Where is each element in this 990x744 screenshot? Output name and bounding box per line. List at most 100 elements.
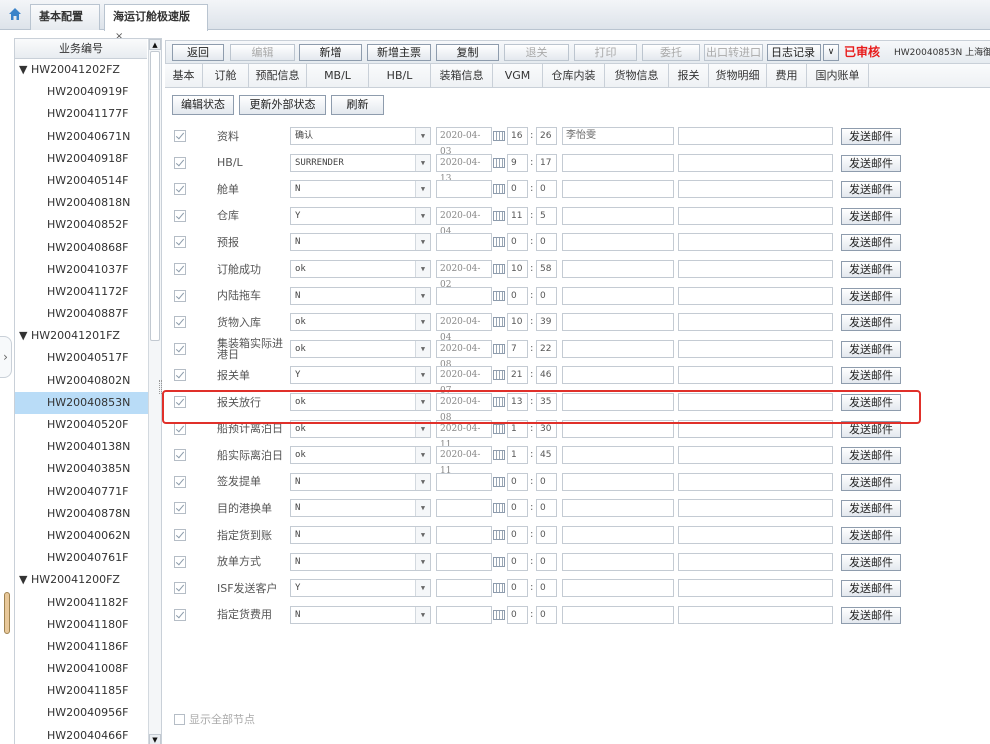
show-all-nodes[interactable]: 显示全部节点 — [174, 713, 255, 727]
hour-input[interactable]: 0 — [507, 472, 528, 491]
minute-input[interactable]: 17 — [536, 153, 557, 172]
calendar-icon[interactable] — [493, 530, 505, 540]
operator-input[interactable] — [562, 180, 674, 199]
minute-input[interactable]: 0 — [536, 579, 557, 598]
row-checkbox[interactable] — [174, 209, 186, 222]
status-select[interactable]: N ▼ — [290, 552, 431, 571]
hour-input[interactable]: 0 — [507, 233, 528, 252]
remark-input[interactable] — [678, 260, 833, 278]
minute-input[interactable]: 39 — [536, 313, 557, 332]
remark-input[interactable] — [678, 206, 833, 225]
status-select[interactable]: ok ▼ — [290, 313, 431, 332]
tree-item[interactable]: HW20041180F — [15, 614, 148, 636]
row-checkbox[interactable] — [174, 529, 186, 541]
status-select[interactable]: ok ▼ — [290, 339, 431, 358]
sub-tab-8[interactable]: 货物信息 — [605, 64, 669, 88]
tree-item[interactable]: HW20040852F — [15, 214, 148, 236]
chevron-down-icon[interactable]: ▼ — [415, 154, 430, 171]
row-checkbox[interactable] — [174, 422, 186, 435]
operator-input[interactable] — [562, 206, 674, 225]
status-select[interactable]: N ▼ — [290, 472, 431, 491]
operator-input[interactable] — [562, 526, 674, 544]
remark-input[interactable] — [678, 605, 833, 624]
date-input[interactable] — [436, 286, 492, 305]
calendar-icon[interactable] — [493, 476, 505, 487]
tree-item[interactable]: HW20041172F — [15, 281, 148, 303]
row-checkbox[interactable] — [174, 236, 186, 249]
row-checkbox[interactable] — [174, 369, 186, 382]
date-input[interactable]: 2020-04-07 — [436, 366, 492, 396]
calendar-icon[interactable] — [493, 184, 505, 195]
tree-item[interactable]: HW20040956F — [15, 702, 148, 724]
date-input[interactable] — [436, 552, 492, 571]
calendar-icon[interactable] — [493, 290, 505, 301]
remark-input[interactable] — [678, 472, 833, 491]
date-input[interactable]: 2020-04-04 — [436, 206, 492, 237]
tree-item[interactable]: HW20040385N — [15, 458, 148, 480]
send-email-button[interactable]: 发送邮件 — [841, 181, 901, 199]
status-select[interactable]: N ▼ — [290, 526, 431, 544]
row-checkbox[interactable] — [174, 342, 186, 355]
operator-input[interactable] — [562, 260, 674, 278]
send-email-button[interactable]: 发送邮件 — [841, 447, 901, 465]
scroll-thumb[interactable] — [150, 51, 160, 341]
send-email-button[interactable]: 发送邮件 — [841, 606, 901, 624]
collapse-panel-toggle[interactable]: › — [0, 336, 12, 378]
tree-item[interactable]: HW20041008F — [15, 658, 148, 680]
minute-input[interactable]: 22 — [536, 339, 557, 358]
chevron-down-icon[interactable]: ▼ — [415, 447, 430, 464]
tree-item[interactable]: HW20040919F — [15, 81, 148, 103]
date-input[interactable]: 2020-04-11 — [436, 446, 492, 476]
minute-input[interactable]: 0 — [536, 526, 557, 544]
calendar-icon[interactable] — [493, 264, 505, 274]
calendar-icon[interactable] — [493, 423, 505, 434]
remark-input[interactable] — [678, 339, 833, 358]
send-email-button[interactable]: 发送邮件 — [841, 500, 901, 518]
send-email-button[interactable]: 发送邮件 — [841, 580, 901, 598]
remark-input[interactable] — [678, 526, 833, 544]
add-button[interactable]: 新增 — [299, 44, 362, 61]
scroll-down-icon[interactable]: ▼ — [149, 734, 161, 744]
date-input[interactable] — [436, 499, 492, 518]
minute-input[interactable]: 5 — [536, 206, 557, 225]
minute-input[interactable]: 58 — [536, 260, 557, 278]
status-select[interactable]: ok ▼ — [290, 446, 431, 465]
side-handle[interactable] — [4, 592, 10, 634]
minute-input[interactable]: 45 — [536, 446, 557, 465]
sub-tab-0[interactable]: 基本 — [165, 64, 203, 88]
calendar-icon[interactable] — [493, 343, 505, 354]
hour-input[interactable]: 0 — [507, 286, 528, 305]
send-email-button[interactable]: 发送邮件 — [841, 207, 901, 225]
calendar-icon[interactable] — [493, 450, 505, 461]
date-input[interactable] — [436, 233, 492, 252]
calendar-icon[interactable] — [493, 556, 505, 567]
send-email-button[interactable]: 发送邮件 — [841, 527, 901, 544]
hour-input[interactable]: 0 — [507, 552, 528, 571]
operator-input[interactable] — [562, 605, 674, 624]
update-external-status-button[interactable]: 更新外部状态 — [239, 95, 326, 115]
calendar-icon[interactable] — [493, 317, 505, 328]
row-checkbox[interactable] — [174, 156, 186, 169]
date-input[interactable] — [436, 605, 492, 624]
row-checkbox[interactable] — [174, 475, 186, 488]
home-icon[interactable] — [8, 7, 22, 21]
operator-input[interactable] — [562, 339, 674, 358]
row-checkbox[interactable] — [174, 263, 186, 275]
row-checkbox[interactable] — [174, 449, 186, 462]
minute-input[interactable]: 0 — [536, 180, 557, 199]
status-select[interactable]: N ▼ — [290, 233, 431, 252]
minute-input[interactable]: 0 — [536, 605, 557, 624]
minute-input[interactable]: 0 — [536, 286, 557, 305]
row-checkbox[interactable] — [174, 555, 186, 568]
row-checkbox[interactable] — [174, 130, 186, 142]
sub-tab-9[interactable]: 报关 — [669, 64, 709, 88]
status-select[interactable]: SURRENDER ▼ — [290, 153, 431, 172]
operator-input[interactable] — [562, 472, 674, 491]
date-input[interactable] — [436, 472, 492, 491]
tree-item[interactable]: HW20041182F — [15, 592, 148, 614]
remark-input[interactable] — [678, 180, 833, 199]
tree-group[interactable]: ▼ HW20041202FZ — [15, 59, 148, 81]
hour-input[interactable]: 10 — [507, 260, 528, 278]
entrust-button[interactable]: 委托 — [642, 44, 700, 61]
edit-status-button[interactable]: 编辑状态 — [172, 95, 234, 115]
